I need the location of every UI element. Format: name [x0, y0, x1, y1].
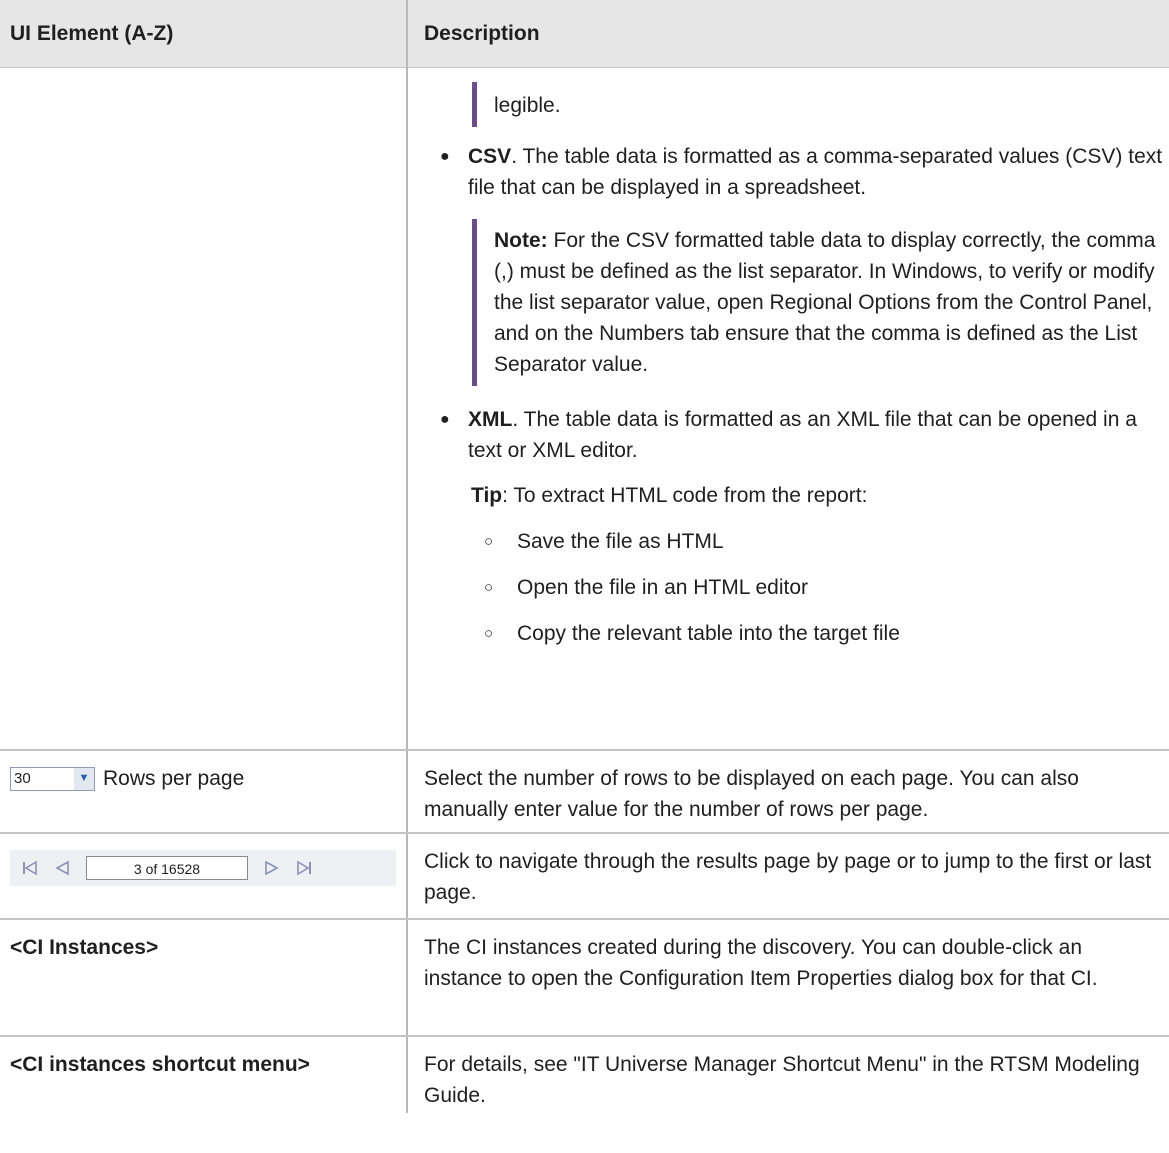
rows-per-page-select[interactable]: 30 ▼ — [10, 766, 95, 791]
xml-term: XML — [468, 408, 513, 431]
legible-text: legible. — [494, 94, 561, 117]
page-number-field[interactable]: 3 of 16528 — [86, 856, 248, 880]
note-label: Note: — [494, 229, 548, 252]
continued-note: legible. — [472, 82, 1165, 127]
tip-paragraph: Tip: To extract HTML code from the repor… — [471, 480, 1165, 511]
list-item-xml: ● XML. The table data is formatted as an… — [424, 404, 1165, 466]
xml-text: . The table data is formatted as an XML … — [468, 408, 1137, 462]
last-page-icon[interactable] — [294, 858, 314, 878]
description-cell: For details, see "IT Universe Manager Sh… — [424, 1053, 1140, 1107]
previous-page-icon[interactable] — [52, 858, 72, 878]
tip-label: Tip — [471, 484, 503, 507]
rows-per-page-label: Rows per page — [103, 767, 245, 790]
ci-instances-element: <CI Instances> — [10, 936, 159, 959]
element-cell: 30 ▼ Rows per page — [0, 750, 408, 834]
empty-element-cell — [0, 67, 408, 751]
tip-text: : To extract HTML code from the report: — [502, 484, 868, 507]
sub-list-item: ○ Copy the relevant table into the targe… — [484, 618, 1165, 649]
sub-list-item: ○ Save the file as HTML — [484, 526, 1165, 557]
table-row: 3 of 16528 Click to navigate through the… — [0, 833, 1169, 920]
sub-bullet-icon: ○ — [484, 625, 494, 642]
description-cell: Click to navigate through the results pa… — [407, 833, 1169, 920]
column-header-ui-element: UI Element (A-Z) — [0, 0, 408, 68]
rows-per-page-control: 30 ▼ Rows per page — [10, 763, 406, 794]
element-cell: <CI Instances> — [0, 919, 408, 1037]
first-page-icon[interactable] — [20, 858, 40, 878]
table-row: <CI instances shortcut menu> For details… — [0, 1036, 1169, 1113]
description-cell: Select the number of rows to be displaye… — [407, 750, 1169, 834]
pagination-toolbar: 3 of 16528 — [10, 850, 396, 886]
ci-shortcut-menu-element: <CI instances shortcut menu> — [10, 1053, 310, 1076]
ui-elements-table: UI Element (A-Z) Description legible. ● … — [0, 0, 1169, 1113]
element-cell: <CI instances shortcut menu> — [0, 1036, 408, 1113]
csv-text: . The table data is formatted as a comma… — [468, 145, 1163, 199]
description-cell: legible. ● CSV. The table data is format… — [407, 67, 1169, 751]
bullet-icon: ● — [440, 148, 450, 165]
table-row: 30 ▼ Rows per page Select the number of … — [0, 750, 1169, 834]
table-row: legible. ● CSV. The table data is format… — [0, 67, 1169, 751]
sub-list-item: ○ Open the file in an HTML editor — [484, 572, 1165, 603]
sub-bullet-icon: ○ — [484, 533, 494, 550]
bullet-icon: ● — [440, 411, 450, 428]
description-cell: The CI instances created during the disc… — [407, 919, 1169, 1037]
chevron-down-icon[interactable]: ▼ — [74, 767, 94, 790]
csv-term: CSV — [468, 145, 512, 168]
csv-note: Note: For the CSV formatted table data t… — [472, 219, 1165, 386]
table-row: <CI Instances> The CI instances created … — [0, 919, 1169, 1037]
next-page-icon[interactable] — [262, 858, 282, 878]
list-item-csv: ● CSV. The table data is formatted as a … — [424, 141, 1165, 203]
column-header-description: Description — [407, 0, 1169, 68]
table-header-row: UI Element (A-Z) Description — [0, 0, 1169, 68]
note-text: For the CSV formatted table data to disp… — [494, 229, 1156, 376]
sub-bullet-icon: ○ — [484, 579, 494, 596]
element-cell: 3 of 16528 — [0, 833, 408, 920]
